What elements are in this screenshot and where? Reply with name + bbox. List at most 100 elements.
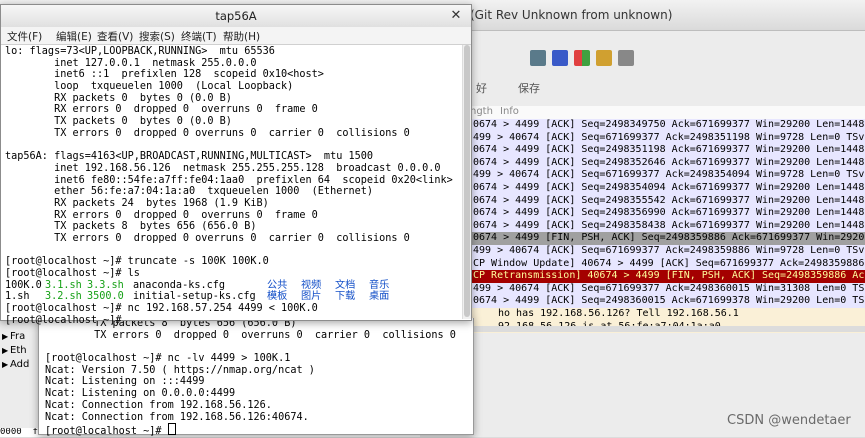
- terminal-line: Ncat: Version 7.50 ( https://nmap.org/nc…: [45, 364, 315, 376]
- packet-row[interactable]: 499 > 40674 [ACK] Seq=671699377 Ack=2498…: [470, 244, 865, 258]
- packet-row[interactable]: 0674 > 4499 [ACK] Seq=2498360015 Ack=671…: [470, 295, 865, 308]
- terminal-cursor: [167, 423, 176, 436]
- ls-entry: 3.2.sh: [45, 291, 82, 303]
- terminal-line: [root@localhost ~]#: [5, 314, 122, 326]
- color-icon[interactable]: [552, 50, 568, 66]
- terminal-line: loop txqueuelen 1000 (Local Loopback): [5, 81, 294, 93]
- ls-entry: 桌面: [369, 291, 390, 303]
- coloring-rules-icon[interactable]: [574, 50, 590, 66]
- terminal-line: ether 56:fe:a7:04:1a:a0 txqueuelen 1000 …: [5, 186, 374, 198]
- ls-entry: anaconda-ks.cfg: [133, 279, 226, 291]
- scrollbar-thumb[interactable]: [464, 45, 470, 317]
- detail-row-arp[interactable]: ▶ Add: [0, 358, 40, 372]
- terminal-line: Ncat: Connection from 192.168.56.126.: [45, 399, 272, 411]
- detail-row-frame[interactable]: ▶ Fra: [0, 330, 40, 344]
- terminal-output: lo: flags=73<UP,LOOPBACK,RUNNING> mtu 65…: [5, 46, 453, 327]
- expand-icon: ▶: [2, 332, 9, 341]
- terminal-line: [root@localhost ~]# ls: [5, 268, 140, 280]
- menu-edit[interactable]: 编辑(E): [56, 29, 92, 44]
- terminal-line: RX errors 0 dropped 0 overruns 0 frame 0: [5, 104, 318, 116]
- resize-columns-icon[interactable]: [618, 50, 634, 66]
- ok-button[interactable]: 好: [476, 80, 487, 96]
- ls-entry: 图片: [301, 291, 322, 303]
- save-button[interactable]: 保存: [518, 80, 540, 96]
- detail-label: Fra: [10, 331, 26, 342]
- terminal-line: Ncat: Connection from 192.168.56.126:406…: [45, 411, 309, 423]
- capture-filter-icon[interactable]: [530, 50, 546, 66]
- terminal-line: TX errors 0 dropped 0 overruns 0 carrier…: [5, 127, 410, 139]
- terminal-line: TX packets 0 bytes 0 (0.0 B): [5, 116, 232, 128]
- menu-view[interactable]: 查看(V): [97, 29, 133, 44]
- packet-row[interactable]: 499 > 40674 [ACK] Seq=671699377 Ack=2498…: [470, 131, 865, 145]
- expand-icon: ▶: [2, 346, 9, 355]
- menu-search[interactable]: 搜索(S): [139, 29, 175, 44]
- ls-output-row: 100K.0 3.1.sh 3.3.sh anaconda-ks.cfg 公共 视频 文档 音…: [5, 280, 453, 292]
- packet-row[interactable]: 0674 > 4499 [ACK] Seq=2498354094 Ack=671…: [470, 181, 865, 195]
- wireshark-title: (Git Rev Unknown from unknown): [470, 8, 673, 22]
- terminal-window[interactable]: tap56A ✕ 文件(F) 编辑(E) 查看(V) 搜索(S) 终端(T) 帮…: [0, 4, 472, 326]
- terminal-scrollbar[interactable]: [462, 45, 471, 319]
- ls-entry: 音乐: [369, 279, 390, 291]
- prefs-icon[interactable]: [596, 50, 612, 66]
- menu-file[interactable]: 文件(F): [7, 29, 42, 44]
- terminal-line: TX errors 0 dropped 0 overruns 0 carrier…: [5, 233, 410, 244]
- ls-entry: 视频: [301, 279, 322, 291]
- packet-row[interactable]: 0674 > 4499 [FIN, PSH, ACK] Seq=24983598…: [470, 232, 865, 245]
- menu-terminal[interactable]: 终端(T): [181, 29, 217, 44]
- terminal-prompt: [root@localhost ~]#: [45, 426, 168, 438]
- packet-row[interactable]: ho has 192.168.56.126? Tell 192.168.56.1: [470, 307, 865, 321]
- close-icon[interactable]: ✕: [449, 9, 463, 23]
- terminal-menubar: 文件(F) 编辑(E) 查看(V) 搜索(S) 终端(T) 帮助(H): [1, 27, 471, 45]
- terminal-line: RX packets 24 bytes 1968 (1.9 KiB): [5, 197, 269, 209]
- packet-row[interactable]: 0674 > 4499 [ACK] Seq=2498355542 Ack=671…: [470, 194, 865, 208]
- wireshark-toolbar: [470, 50, 865, 70]
- terminal-line: [root@localhost ~]# nc -lv 4499 > 100K.1: [45, 353, 291, 365]
- terminal-line: inet6 ::1 prefixlen 128 scopeid 0x10<hos…: [5, 69, 324, 81]
- watermark: CSDN @wendetaer: [727, 413, 851, 428]
- packet-row[interactable]: 0674 > 4499 [ACK] Seq=2498352646 Ack=671…: [470, 156, 865, 170]
- ls-entry: initial-setup-ks.cfg: [133, 291, 256, 303]
- packet-row[interactable]: CP Retransmission] 40674 > 4499 [FIN, PS…: [470, 270, 865, 283]
- packet-list-hscrollbar[interactable]: [470, 326, 865, 332]
- ls-entry: 模板: [267, 291, 288, 303]
- terminal-line: [root@localhost ~]# nc 192.168.57.254 44…: [5, 303, 318, 315]
- terminal-line: [root@localhost ~]# truncate -s 100K 100…: [5, 256, 269, 268]
- ls-entry: 下载: [335, 291, 356, 303]
- ls-entry: 3.3.sh: [87, 279, 124, 291]
- packet-list: 0674 > 4499 [ACK] Seq=2498349750 Ack=671…: [470, 119, 865, 334]
- packet-row[interactable]: 0674 > 4499 [ACK] Seq=2498358438 Ack=671…: [470, 219, 865, 233]
- packet-details: ▶ Fra ▶ Eth ▶ Add: [0, 330, 40, 372]
- terminal-prompt-line: [root@localhost ~]#: [45, 423, 456, 438]
- menu-help[interactable]: 帮助(H): [223, 29, 260, 44]
- packet-list-header: ngth Info: [470, 106, 865, 120]
- terminal-titlebar: tap56A ✕: [1, 5, 471, 28]
- ls-output-row: 1.sh 3.2.sh 3500.0 initial-setup-ks.cfg 模板 图片…: [5, 291, 453, 303]
- ls-entry: 100K.0: [5, 279, 42, 291]
- terminal-output: TX packets 8 bytes 656 (656.0 B) TX erro…: [45, 318, 456, 438]
- terminal-line: Ncat: Listening on 0.0.0.0:4499: [45, 388, 236, 400]
- packet-row[interactable]: 0674 > 4499 [ACK] Seq=2498349750 Ack=671…: [470, 119, 865, 132]
- detail-label: Add: [10, 359, 30, 370]
- terminal-line: tap56A: flags=4163<UP,BROADCAST,RUNNING,…: [5, 151, 374, 163]
- terminal-line: inet 192.168.56.126 netmask 255.255.255.…: [5, 162, 441, 174]
- packet-row[interactable]: CP Window Update] 40674 > 4499 [ACK] Seq…: [470, 257, 865, 271]
- packet-row[interactable]: 499 > 40674 [ACK] Seq=671699377 Ack=2498…: [470, 169, 865, 182]
- packet-row[interactable]: 0674 > 4499 [ACK] Seq=2498356990 Ack=671…: [470, 207, 865, 220]
- detail-row-ethernet[interactable]: ▶ Eth: [0, 344, 40, 358]
- ls-entry: 1.sh: [5, 291, 30, 303]
- terminal-line: RX packets 0 bytes 0 (0.0 B): [5, 92, 232, 104]
- packet-row[interactable]: 0674 > 4499 [ACK] Seq=2498351198 Ack=671…: [470, 144, 865, 157]
- terminal-line: RX errors 0 dropped 0 overruns 0 frame 0: [5, 209, 318, 221]
- ls-entry: 公共: [267, 279, 288, 291]
- terminal-line: Ncat: Listening on :::4499: [45, 376, 205, 388]
- terminal-line: inet 127.0.0.1 netmask 255.0.0.0: [5, 57, 257, 69]
- column-length[interactable]: ngth: [470, 106, 493, 117]
- column-info[interactable]: Info: [500, 106, 519, 117]
- terminal-listener[interactable]: TX packets 8 bytes 656 (656.0 B) TX erro…: [38, 318, 474, 438]
- ls-entry: 文档: [335, 279, 356, 291]
- terminal-line: lo: flags=73<UP,LOOPBACK,RUNNING> mtu 65…: [5, 46, 275, 57]
- packet-row[interactable]: 499 > 40674 [ACK] Seq=671699377 Ack=2498…: [470, 282, 865, 296]
